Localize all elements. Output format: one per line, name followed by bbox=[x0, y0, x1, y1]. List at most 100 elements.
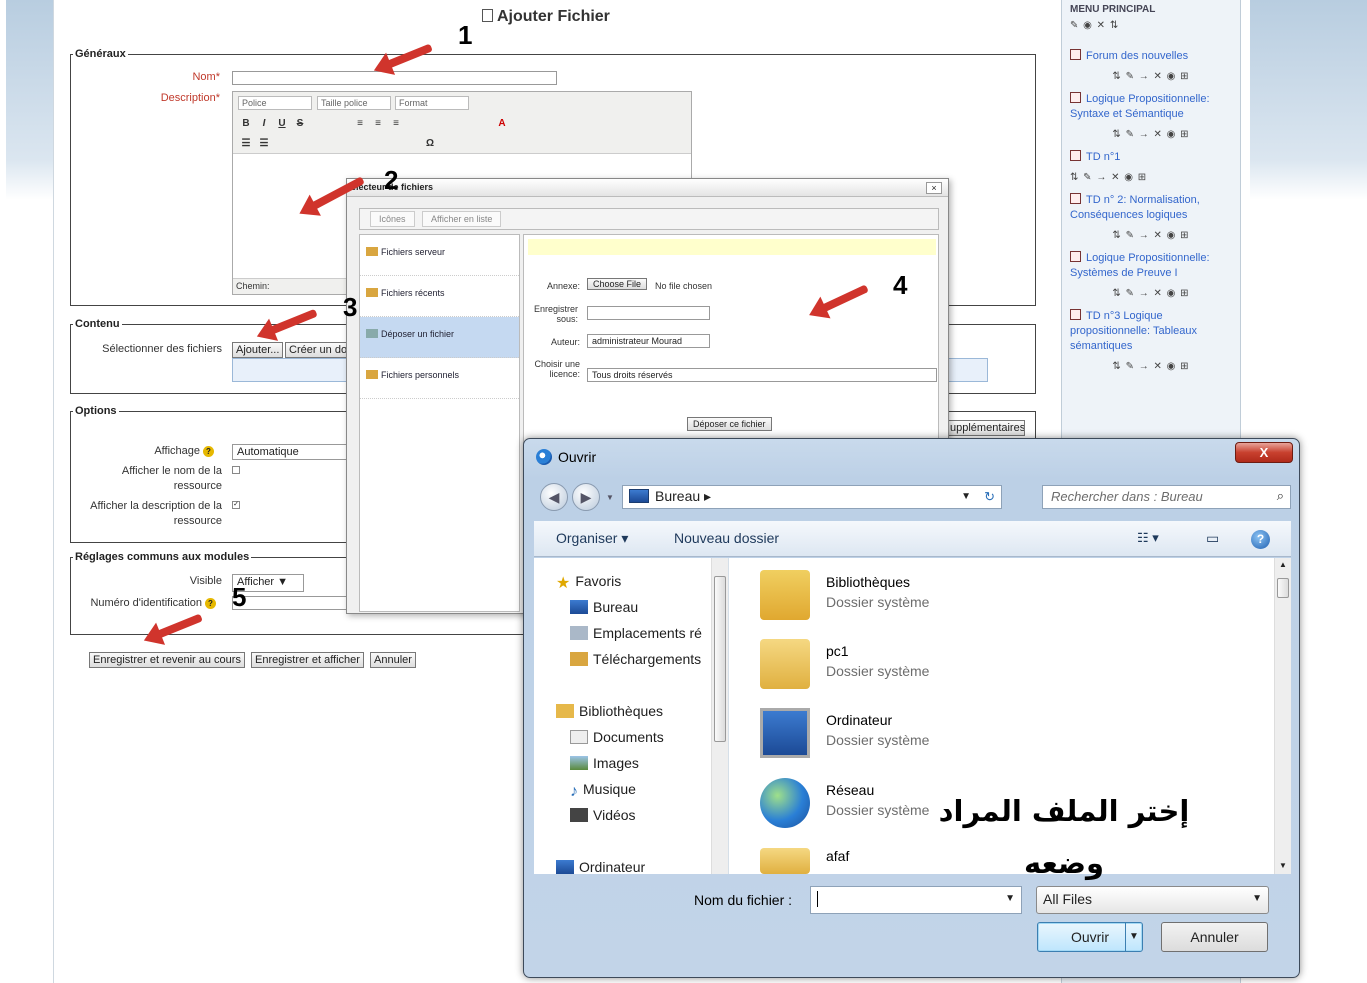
show-name-checkbox[interactable] bbox=[232, 466, 240, 474]
repo-upload-file[interactable]: Déposer un fichier bbox=[360, 317, 519, 358]
id-number-input[interactable] bbox=[232, 596, 347, 610]
nav-musique[interactable]: ♪ Musique bbox=[570, 781, 636, 800]
sidebar-item[interactable]: Logique Propositionnelle: Syntaxe et Sém… bbox=[1062, 88, 1240, 126]
preview-pane-icon[interactable]: ▭ bbox=[1206, 530, 1219, 547]
nav-bureau[interactable]: Bureau bbox=[570, 599, 638, 615]
view-options-icon[interactable]: ☷ ▾ bbox=[1137, 530, 1159, 546]
nav-videos[interactable]: Vidéos bbox=[570, 807, 636, 823]
help-icon[interactable]: ? bbox=[205, 598, 216, 609]
align-right-icon[interactable]: ≡ bbox=[389, 117, 403, 131]
view-tabs: Icônes Afficher en liste bbox=[359, 208, 939, 230]
sidebar-item[interactable]: TD n°3 Logique propositionnelle: Tableau… bbox=[1062, 305, 1240, 358]
tab-icons[interactable]: Icônes bbox=[370, 211, 415, 227]
text-color-icon[interactable]: A bbox=[495, 117, 509, 131]
nav-images[interactable]: Images bbox=[570, 755, 639, 771]
scroll-down-icon[interactable]: ▼ bbox=[1279, 861, 1287, 870]
sidebar-controls[interactable]: ⇅ ✎ → ✕ ◉ ⊞ bbox=[1062, 68, 1240, 88]
chevron-down-icon[interactable]: ▼ bbox=[961, 491, 971, 502]
upload-file-button[interactable]: Déposer ce fichier bbox=[687, 417, 772, 431]
search-icon[interactable]: ⌕ bbox=[1277, 488, 1284, 504]
nav-bibliotheques[interactable]: Bibliothèques bbox=[556, 703, 663, 719]
scrollbar-thumb[interactable] bbox=[1277, 578, 1289, 598]
legend-reglages: Réglages communs aux modules bbox=[75, 551, 250, 563]
close-icon[interactable]: × bbox=[926, 182, 942, 194]
file-picker-title: électeur de fichiers bbox=[347, 179, 948, 197]
scroll-up-icon[interactable]: ▲ bbox=[1279, 560, 1287, 569]
number-list-icon[interactable]: ☰ bbox=[257, 137, 271, 151]
scrollbar-thumb[interactable] bbox=[714, 576, 726, 742]
filetype-select[interactable]: All Files ▼ bbox=[1036, 886, 1269, 914]
underline-icon[interactable]: U bbox=[275, 117, 289, 131]
open-dropdown-icon[interactable]: ▼ bbox=[1125, 923, 1142, 951]
align-left-icon[interactable]: ≡ bbox=[353, 117, 367, 131]
pdf-icon bbox=[1070, 309, 1081, 320]
tab-list[interactable]: Afficher en liste bbox=[422, 211, 502, 227]
cancel-button[interactable]: Annuler bbox=[1161, 922, 1268, 952]
italic-icon[interactable]: I bbox=[257, 117, 271, 131]
history-dropdown-icon[interactable]: ▼ bbox=[606, 493, 614, 502]
organize-button[interactable]: Organiser ▾ bbox=[556, 530, 628, 547]
address-bar[interactable]: Bureau ▸ ▼ ↻ bbox=[622, 485, 1002, 509]
nav-ordinateur[interactable]: Ordinateur bbox=[556, 859, 645, 874]
show-desc-checkbox[interactable]: ✓ bbox=[232, 501, 240, 509]
sidebar-controls[interactable]: ⇅ ✎ → ✕ ◉ ⊞ bbox=[1062, 126, 1240, 146]
sidebar-controls[interactable]: ⇅ ✎ → ✕ ◉ ⊞ bbox=[1062, 169, 1240, 189]
sidebar-controls[interactable]: ⇅ ✎ → ✕ ◉ ⊞ bbox=[1062, 285, 1240, 305]
omega-icon[interactable]: Ω bbox=[423, 137, 437, 151]
save-return-button[interactable]: Enregistrer et revenir au cours bbox=[89, 652, 245, 668]
font-size-select[interactable]: Taille police bbox=[317, 96, 391, 110]
sidebar-item[interactable]: TD n°1 bbox=[1062, 146, 1240, 169]
choose-file-button[interactable]: Choose File bbox=[587, 278, 648, 290]
pdf-icon bbox=[1070, 193, 1081, 204]
annotation-number: 5 bbox=[232, 582, 247, 612]
sidebar-item-label: TD n°3 Logique propositionnelle: Tableau… bbox=[1070, 310, 1197, 352]
add-file-button[interactable]: Ajouter... bbox=[232, 342, 284, 358]
nav-scrollbar[interactable] bbox=[711, 558, 728, 874]
nav-label: Téléchargements bbox=[593, 651, 702, 667]
align-center-icon[interactable]: ≡ bbox=[371, 117, 385, 131]
nav-emplacements[interactable]: Emplacements ré bbox=[570, 625, 702, 641]
file-name: afaf bbox=[826, 848, 850, 864]
sidebar-controls[interactable]: ⇅ ✎ → ✕ ◉ ⊞ bbox=[1062, 227, 1240, 247]
forward-arrow-icon[interactable]: ▶ bbox=[572, 483, 600, 511]
nav-favoris[interactable]: ★ Favoris bbox=[556, 573, 621, 592]
format-select[interactable]: Format bbox=[395, 96, 469, 110]
nav-documents[interactable]: Documents bbox=[570, 729, 664, 745]
file-type: Dossier système bbox=[826, 594, 930, 610]
repo-server-files[interactable]: Fichiers serveur bbox=[360, 235, 519, 276]
affichage-select[interactable]: Automatique bbox=[232, 444, 352, 460]
sidebar-item[interactable]: Logique Propositionnelle: Systèmes de Pr… bbox=[1062, 247, 1240, 285]
save-as-input[interactable] bbox=[587, 306, 710, 320]
repo-private-files[interactable]: Fichiers personnels bbox=[360, 358, 519, 399]
filename-input[interactable]: ▼ bbox=[810, 886, 1022, 914]
repo-recent-files[interactable]: Fichiers récents bbox=[360, 276, 519, 317]
more-options-button[interactable]: upplémentaires bbox=[946, 420, 1025, 436]
repo-label: Fichiers récents bbox=[381, 288, 445, 298]
font-select[interactable]: Police bbox=[238, 96, 312, 110]
create-folder-button[interactable]: Créer un do bbox=[285, 342, 347, 358]
help-icon[interactable]: ? bbox=[203, 446, 214, 457]
open-button[interactable]: Ouvrir ▼ bbox=[1037, 922, 1143, 952]
sidebar-controls[interactable]: ✎ ◉ ✕ ⇅ bbox=[1062, 17, 1240, 37]
author-input[interactable]: administrateur Mourad bbox=[587, 334, 710, 348]
sidebar-item[interactable]: Forum des nouvelles bbox=[1062, 45, 1240, 68]
save-show-button[interactable]: Enregistrer et afficher bbox=[251, 652, 364, 668]
refresh-icon[interactable]: ↻ bbox=[984, 489, 995, 505]
back-arrow-icon[interactable]: ◀ bbox=[540, 483, 568, 511]
help-icon[interactable]: ? bbox=[1251, 530, 1270, 549]
files-scrollbar[interactable]: ▲ ▼ bbox=[1274, 558, 1291, 874]
bold-icon[interactable]: B bbox=[239, 117, 253, 131]
new-folder-button[interactable]: Nouveau dossier bbox=[674, 530, 779, 546]
close-button[interactable]: X bbox=[1235, 442, 1293, 463]
search-input[interactable]: Rechercher dans : Bureau ⌕ bbox=[1042, 485, 1291, 509]
license-select[interactable]: Tous droits réservés bbox=[587, 368, 937, 382]
sidebar-head: MENU PRINCIPAL bbox=[1070, 4, 1156, 15]
sidebar-item[interactable]: TD n° 2: Normalisation, Conséquences log… bbox=[1062, 189, 1240, 227]
strike-icon[interactable]: S bbox=[293, 117, 307, 131]
bullet-list-icon[interactable]: ☰ bbox=[239, 137, 253, 151]
app-logo-icon bbox=[536, 449, 552, 465]
cancel-button[interactable]: Annuler bbox=[370, 652, 416, 668]
chevron-down-icon[interactable]: ▼ bbox=[1005, 893, 1015, 904]
sidebar-controls[interactable]: ⇅ ✎ → ✕ ◉ ⊞ bbox=[1062, 358, 1240, 378]
nav-telechargements[interactable]: Téléchargements bbox=[570, 651, 701, 667]
